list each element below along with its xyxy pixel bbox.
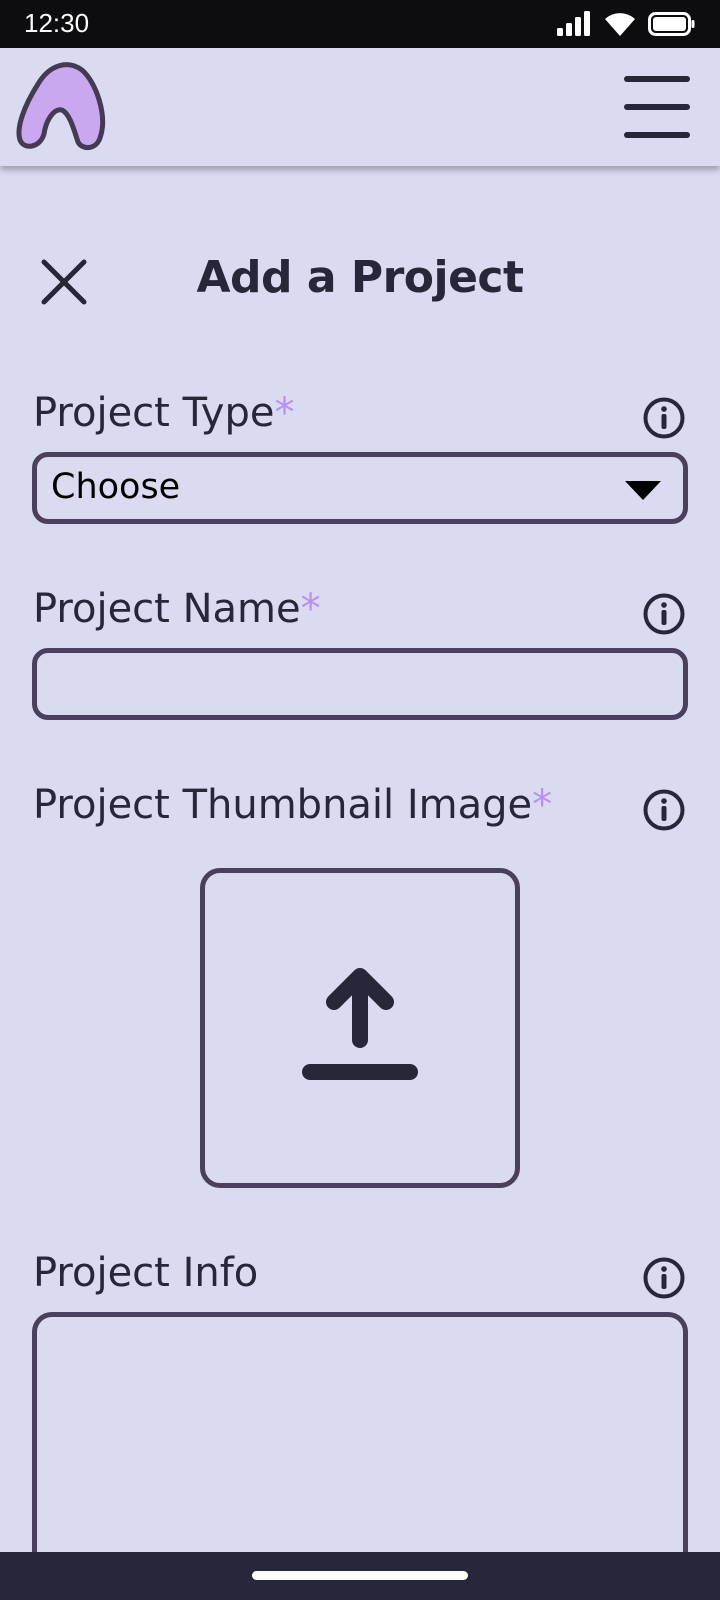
project-info-label: Project Info xyxy=(33,1250,258,1296)
battery-icon xyxy=(648,12,695,36)
signal-icon xyxy=(557,11,590,36)
project-type-selected-value: Choose xyxy=(51,467,181,507)
project-name-label-text: Project Name xyxy=(33,586,301,632)
project-name-label: Project Name* xyxy=(33,586,321,632)
info-icon[interactable] xyxy=(642,592,686,636)
project-info-label-text: Project Info xyxy=(33,1250,259,1296)
required-marker: * xyxy=(532,782,553,828)
info-icon[interactable] xyxy=(642,396,686,440)
page-title: Add a Project xyxy=(196,252,524,303)
required-marker: * xyxy=(274,390,295,436)
app-header xyxy=(0,48,720,166)
status-icons xyxy=(556,10,696,38)
info-icon[interactable] xyxy=(642,788,686,832)
project-thumbnail-label-text: Project Thumbnail Image xyxy=(33,782,533,828)
thumbnail-upload-button[interactable] xyxy=(200,868,520,1188)
project-type-select[interactable]: Choose xyxy=(32,452,688,524)
wifi-icon xyxy=(605,13,635,37)
home-indicator[interactable] xyxy=(252,1571,468,1580)
project-name-input[interactable] xyxy=(32,648,688,720)
status-bar: 12:30 xyxy=(0,0,720,48)
info-icon[interactable] xyxy=(642,1256,686,1300)
hamburger-menu-icon[interactable] xyxy=(624,76,690,138)
upload-icon xyxy=(302,968,418,1080)
status-time: 12:30 xyxy=(24,8,90,38)
caret-down-icon xyxy=(625,481,661,500)
project-type-label-text: Project Type xyxy=(33,390,275,436)
project-type-label: Project Type* xyxy=(33,390,294,436)
project-thumbnail-label: Project Thumbnail Image* xyxy=(33,782,552,828)
required-marker: * xyxy=(300,586,321,632)
app-logo-icon[interactable] xyxy=(12,58,108,154)
system-nav-bar xyxy=(0,1552,720,1600)
